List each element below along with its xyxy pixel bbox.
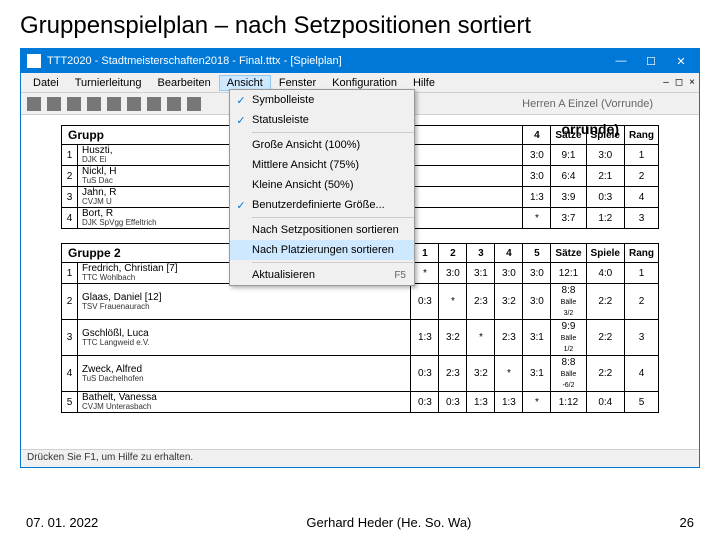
maximize-button[interactable]: ☐	[645, 55, 657, 67]
dropdown-item[interactable]: Nach Setzpositionen sortieren	[230, 220, 414, 240]
dropdown-item[interactable]: ✓Benutzerdefinierte Größe...	[230, 195, 414, 215]
menu-datei[interactable]: Datei	[25, 75, 67, 91]
tool-icon-1[interactable]	[27, 97, 41, 111]
dropdown-item[interactable]: ✓Statusleiste	[230, 110, 414, 130]
titlebar: TTT2020 - Stadtmeisterschaften2018 - Fin…	[21, 49, 699, 73]
dropdown-item[interactable]: Nach Platzierungen sortieren	[230, 240, 414, 260]
footer-author: Gerhard Heder (He. So. Wa)	[306, 515, 471, 530]
dropdown-item[interactable]: Mittlere Ansicht (75%)	[230, 155, 414, 175]
heading-partial: orrunde)	[561, 121, 619, 137]
tool-icon-6[interactable]	[127, 97, 141, 111]
dropdown-item[interactable]: Kleine Ansicht (50%)	[230, 175, 414, 195]
menu-turnierleitung[interactable]: Turnierleitung	[67, 75, 150, 91]
statusbar: Drücken Sie F1, um Hilfe zu erhalten.	[21, 449, 699, 467]
tool-icon-4[interactable]	[87, 97, 101, 111]
footer-page: 26	[680, 515, 694, 530]
dropdown-item[interactable]: AktualisierenF5	[230, 265, 414, 285]
tool-icon-9[interactable]	[187, 97, 201, 111]
ansicht-dropdown: ✓Symbolleiste✓Statusleiste Große Ansicht …	[229, 89, 415, 286]
dropdown-item[interactable]: Große Ansicht (100%)	[230, 135, 414, 155]
menu-bearbeiten[interactable]: Bearbeiten	[150, 75, 219, 91]
tool-icon-3[interactable]	[67, 97, 81, 111]
tool-icon-5[interactable]	[107, 97, 121, 111]
slide-footer: 07. 01. 2022 Gerhard Heder (He. So. Wa) …	[0, 515, 720, 530]
slide-title: Gruppenspielplan – nach Setzpositionen s…	[0, 0, 720, 48]
app-icon	[27, 54, 41, 68]
window-title: TTT2020 - Stadtmeisterschaften2018 - Fin…	[47, 55, 615, 67]
minimize-button[interactable]: —	[615, 55, 627, 67]
tool-icon-8[interactable]	[167, 97, 181, 111]
app-window: TTT2020 - Stadtmeisterschaften2018 - Fin…	[20, 48, 700, 468]
tool-icon-7[interactable]	[147, 97, 161, 111]
close-button[interactable]: ✕	[675, 55, 687, 67]
toolbar-context: Herren A Einzel (Vorrunde)	[522, 98, 653, 110]
footer-date: 07. 01. 2022	[26, 515, 98, 530]
mdi-close-icon[interactable]: ×	[689, 77, 695, 88]
mdi-restore-icon[interactable]: ◻	[675, 77, 683, 88]
tool-icon-2[interactable]	[47, 97, 61, 111]
mdi-minimize-icon[interactable]: –	[663, 77, 669, 88]
dropdown-item[interactable]: ✓Symbolleiste	[230, 90, 414, 110]
